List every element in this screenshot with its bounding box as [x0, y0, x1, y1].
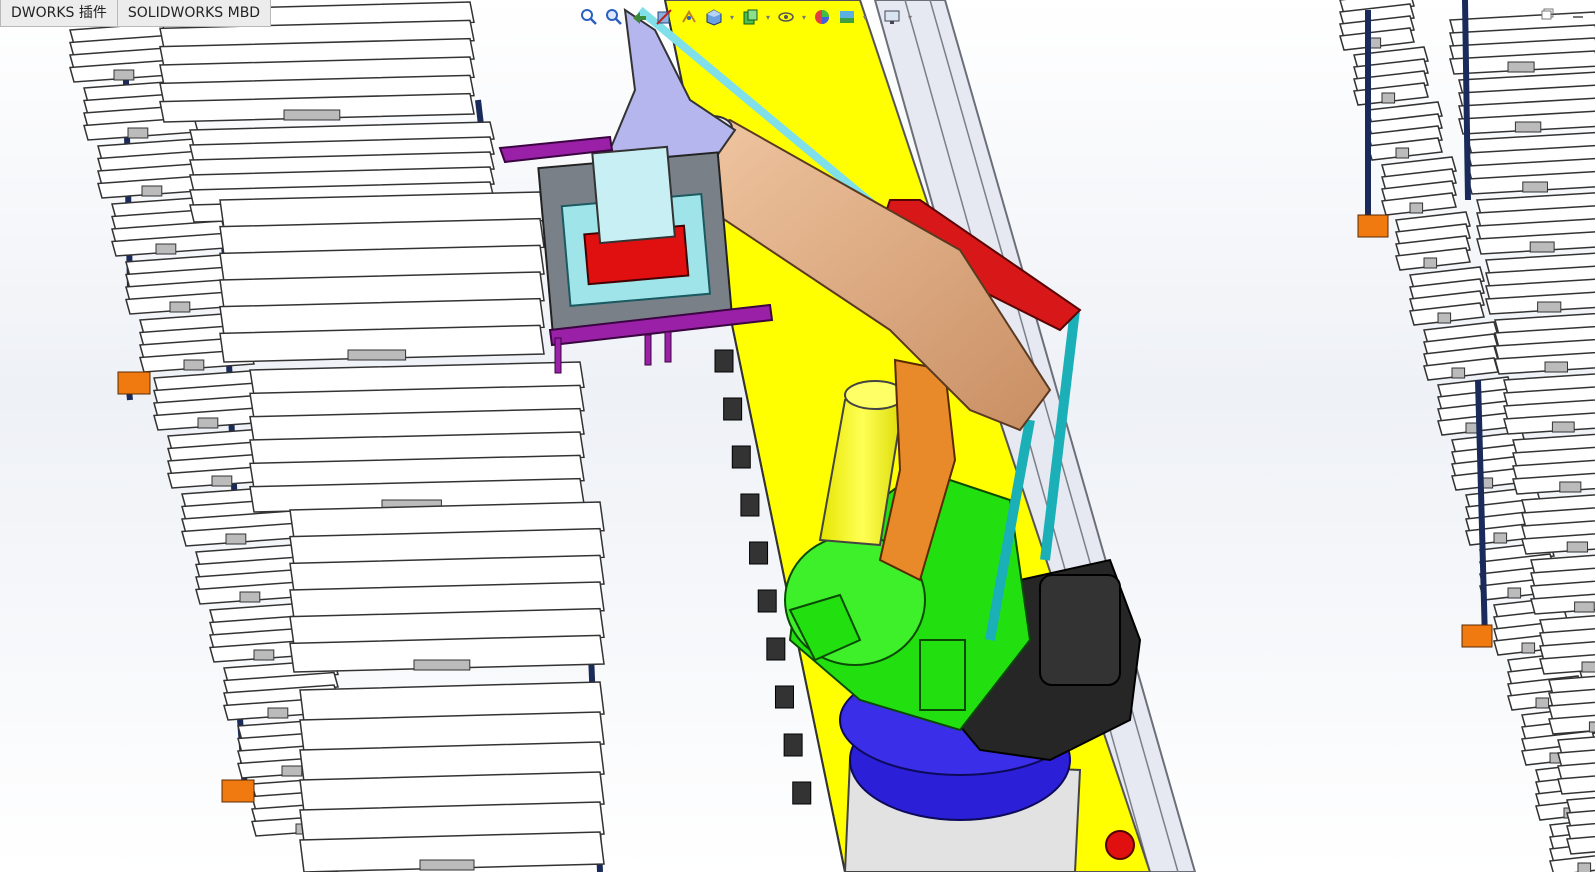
view-orientation-dropdown[interactable]: ▾: [728, 6, 736, 28]
pallet: [1539, 615, 1595, 675]
pallet: [1494, 312, 1595, 375]
pallet: [1467, 131, 1595, 195]
pallet: [1566, 796, 1595, 855]
pallet: [1512, 433, 1595, 495]
section-view-icon[interactable]: [653, 6, 675, 28]
graphics-area[interactable]: DWORKS 插件 SOLIDWORKS MBD ▾ ▾ ▾ ▾ ▾: [0, 0, 1595, 872]
pallet: [289, 501, 605, 673]
restore-window-icon[interactable]: [1537, 4, 1559, 24]
pallet: [1548, 675, 1595, 735]
zoom-to-fit-icon[interactable]: [578, 6, 600, 28]
pallet: [1530, 554, 1595, 615]
pallet: [1381, 156, 1457, 216]
pallet-stacks-left: [69, 1, 605, 872]
pallet: [1437, 376, 1513, 436]
pallet: [1339, 0, 1415, 51]
pallet: [1557, 736, 1595, 795]
pallet: [299, 681, 605, 872]
minimize-window-icon[interactable]: [1567, 4, 1589, 24]
command-manager-tabs: DWORKS 插件 SOLIDWORKS MBD: [0, 0, 272, 28]
pallet: [1409, 266, 1485, 326]
tab-solidworks-mbd[interactable]: SOLIDWORKS MBD: [116, 0, 272, 27]
document-window-controls: [1537, 4, 1589, 24]
apply-scene-dropdown[interactable]: ▾: [861, 6, 869, 28]
pallet: [1485, 252, 1595, 315]
tab-dworks-addins[interactable]: DWORKS 插件: [0, 0, 118, 27]
pallet-stacks-right: [1339, 0, 1595, 872]
pallet: [219, 191, 545, 363]
model-scene[interactable]: [0, 0, 1595, 872]
pallet: [1423, 321, 1499, 381]
zoom-to-area-icon[interactable]: [603, 6, 625, 28]
display-style-dropdown[interactable]: ▾: [764, 6, 772, 28]
display-style-icon[interactable]: [739, 6, 761, 28]
pallet: [1367, 101, 1443, 161]
view-settings-icon[interactable]: [881, 6, 903, 28]
dynamic-annotation-icon[interactable]: [678, 6, 700, 28]
pallet: [1521, 494, 1595, 555]
view-settings-dropdown[interactable]: ▾: [906, 6, 914, 28]
pallet: [249, 361, 585, 513]
hide-show-dropdown[interactable]: ▾: [800, 6, 808, 28]
edit-appearance-icon[interactable]: [811, 6, 833, 28]
heads-up-view-toolbar: ▾ ▾ ▾ ▾ ▾: [578, 4, 914, 30]
pallet: [1458, 71, 1595, 135]
previous-view-icon[interactable]: [628, 6, 650, 28]
pallet: [1395, 211, 1471, 271]
pallet: [1503, 373, 1595, 435]
view-orientation-icon[interactable]: [703, 6, 725, 28]
apply-scene-icon[interactable]: [836, 6, 858, 28]
emergency-stop: [1105, 830, 1135, 860]
pallet: [1476, 192, 1595, 255]
hide-show-items-icon[interactable]: [775, 6, 797, 28]
